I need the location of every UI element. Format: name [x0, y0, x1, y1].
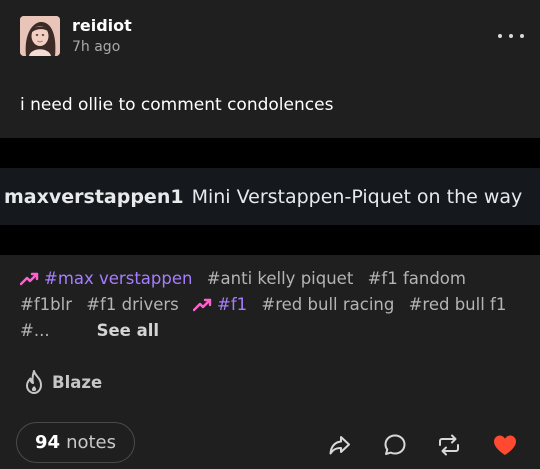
more-icon[interactable] — [498, 26, 524, 46]
post-image[interactable]: maxverstappen1 Mini Verstappen-Piquet on… — [0, 138, 540, 255]
notes-count: 94 — [35, 432, 61, 453]
tag-item[interactable]: #... — [20, 318, 50, 344]
tag-item[interactable]: #red bull racing — [261, 292, 394, 318]
blaze-label: Blaze — [52, 372, 103, 392]
image-caption: Mini Verstappen-Piquet on the way — [191, 185, 523, 208]
tag-label: #red bull racing — [261, 295, 395, 314]
heart-icon[interactable] — [492, 432, 518, 458]
tag-label: #f1 — [217, 295, 248, 314]
tag-item[interactable]: #red bull f1 — [409, 292, 507, 318]
image-caption-band: maxverstappen1 Mini Verstappen-Piquet on… — [0, 168, 540, 225]
trending-up-icon — [20, 272, 39, 286]
image-handle: maxverstappen1 — [4, 185, 184, 208]
post-author[interactable]: reidiot — [72, 16, 132, 35]
flame-icon — [26, 370, 42, 394]
notes-button[interactable]: 94 notes — [16, 422, 135, 463]
tag-label: #f1 drivers — [86, 295, 179, 314]
tag-label: #red bull f1 — [408, 295, 507, 314]
blaze-button[interactable]: Blaze — [22, 368, 102, 396]
tag-item[interactable]: #anti kelly piquet — [207, 266, 354, 292]
tag-list: #max verstappen #anti kelly piquet #f1 f… — [20, 266, 525, 344]
tag-item[interactable]: #f1 drivers — [86, 292, 179, 318]
tag-label: #... — [20, 321, 50, 340]
trending-up-icon — [193, 298, 212, 312]
post-text: i need ollie to comment condolences — [20, 95, 334, 115]
notes-label: notes — [66, 432, 116, 453]
tag-label: #max verstappen — [44, 269, 193, 288]
tag-item[interactable]: #f1blr — [20, 292, 72, 318]
post-timestamp: 7h ago — [72, 39, 121, 55]
tag-item[interactable]: #f1 fandom — [368, 266, 466, 292]
share-icon[interactable] — [327, 432, 353, 458]
see-all-tags-button[interactable]: See all — [97, 321, 159, 340]
tag-label: #anti kelly piquet — [206, 269, 354, 288]
tag-item[interactable]: #f1 — [193, 292, 247, 318]
tag-label: #f1 fandom — [367, 269, 466, 288]
avatar[interactable] — [20, 16, 60, 56]
reply-icon[interactable] — [382, 432, 408, 458]
tag-label: #f1blr — [20, 295, 72, 314]
tag-item[interactable]: #max verstappen — [20, 266, 192, 292]
reblog-icon[interactable] — [436, 432, 462, 458]
post-card: reidiot 7h ago i need ollie to comment c… — [0, 0, 540, 469]
